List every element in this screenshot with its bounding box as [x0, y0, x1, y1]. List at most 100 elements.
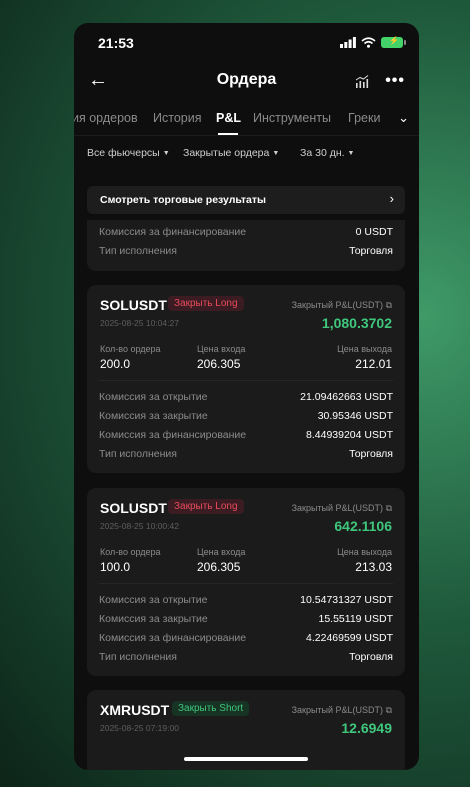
row-key: Комиссия за закрытие — [99, 410, 208, 422]
qty-value: 100.0 — [100, 560, 131, 574]
status-badge: Закрыть Long — [168, 499, 244, 514]
status-bar: 21:53 ⚡ — [74, 23, 419, 63]
exit-price-label: Цена выхода — [337, 344, 392, 354]
status-time: 21:53 — [98, 35, 134, 51]
detail-row: Комиссия за финансирование 4.22469599 USD… — [99, 632, 393, 646]
chart-icon[interactable] — [355, 74, 369, 88]
detail-row: Комиссия за открытие 10.54731327 USDT — [99, 594, 393, 608]
exit-price-value: 212.01 — [355, 357, 392, 371]
tab-order-history[interactable]: ия ордеров — [74, 111, 138, 125]
tab-instruments[interactable]: Инструменты — [253, 111, 331, 125]
chevron-down-icon[interactable]: ⌄ — [392, 110, 409, 126]
row-key: Комиссия за финансирование — [99, 632, 247, 644]
share-icon[interactable]: ⧉ — [386, 300, 392, 310]
status-badge: Закрыть Short — [172, 701, 250, 716]
signal-icon — [340, 37, 356, 48]
detail-row: Тип исполнения Торговля — [99, 651, 393, 665]
trading-results-label: Смотреть торговые результаты — [100, 194, 267, 206]
order-symbol: SOLUSDT — [100, 297, 167, 313]
qty-value: 200.0 — [100, 357, 131, 371]
nav-actions: ••• — [355, 72, 405, 90]
pnl-label-text: Закрытый P&L(USDT) — [291, 503, 384, 513]
divider — [99, 380, 393, 381]
row-value: 21.09462663 USDT — [300, 391, 393, 403]
row-key: Комиссия за открытие — [99, 391, 208, 403]
row-value: 30.95346 USDT — [317, 410, 393, 422]
pnl-value: 642.1106 — [334, 518, 392, 534]
pnl-label: Закрытый P&L(USDT) ⧉ — [292, 503, 392, 514]
pnl-label: Закрытый P&L(USDT) ⧉ — [292, 300, 392, 311]
detail-row: Комиссия за финансирование 0 USDT — [99, 226, 393, 240]
filter-orders-label: Закрытые ордера — [183, 147, 270, 159]
phone-screen: 21:53 ⚡ ← Ордера ••• ия ордеров История … — [74, 23, 419, 770]
row-key: Комиссия за финансирование — [99, 226, 247, 238]
trading-results-button[interactable]: Смотреть торговые результаты › — [87, 186, 405, 214]
share-icon[interactable]: ⧉ — [386, 705, 392, 715]
pnl-value: 1,080.3702 — [321, 315, 392, 331]
home-indicator[interactable] — [184, 757, 308, 761]
chevron-right-icon: › — [389, 191, 394, 206]
entry-price-label: Цена входа — [197, 344, 246, 354]
detail-row: Тип исполнения Торговля — [99, 448, 393, 462]
filter-orders[interactable]: Закрытые ордера ▼ — [183, 147, 279, 159]
caret-down-icon: ▼ — [272, 150, 280, 157]
detail-row: Комиссия за открытие 21.09462663 USDT — [99, 391, 393, 405]
order-timestamp: 2025-08-25 10:04:27 — [100, 318, 179, 328]
tab-bar: ия ордеров История P&L Инструменты Греки… — [74, 105, 419, 136]
caret-down-icon: ▼ — [347, 150, 355, 157]
status-icons: ⚡ — [340, 36, 406, 48]
detail-row: Комиссия за закрытие 15.55119 USDT — [99, 613, 393, 627]
pnl-value: 12.6949 — [341, 720, 392, 736]
more-icon[interactable]: ••• — [385, 72, 405, 90]
row-value: 0 USDT — [355, 226, 393, 238]
filter-period[interactable]: За 30 дн. ▼ — [300, 147, 354, 159]
row-value: 15.55119 USDT — [318, 613, 393, 625]
filter-futures[interactable]: Все фьючерсы ▼ — [87, 147, 170, 159]
battery-icon: ⚡ — [381, 36, 406, 48]
wifi-icon — [361, 37, 376, 48]
pnl-label: Закрытый P&L(USDT) ⧉ — [292, 705, 392, 716]
row-value: 10.54731327 USDT — [300, 594, 393, 606]
tab-pnl[interactable]: P&L — [216, 111, 241, 125]
row-value: Торговля — [349, 245, 393, 257]
tab-history[interactable]: История — [153, 111, 201, 125]
order-symbol: XMRUSDT — [100, 702, 170, 718]
detail-row: Комиссия за закрытие 30.95346 USDT — [99, 410, 393, 424]
row-value: 8.44939204 USDT — [306, 429, 393, 441]
filter-period-label: За 30 дн. — [300, 147, 345, 159]
status-badge: Закрыть Long — [168, 296, 244, 311]
caret-down-icon: ▼ — [162, 150, 170, 157]
detail-row: Комиссия за финансирование 8.44939204 USD… — [99, 429, 393, 443]
row-key: Тип исполнения — [99, 448, 177, 460]
order-symbol: SOLUSDT — [100, 500, 167, 516]
qty-label: Кол-во ордера — [100, 547, 161, 557]
order-timestamp: 2025-08-25 07:19:00 — [100, 723, 179, 733]
entry-price-label: Цена входа — [197, 547, 246, 557]
order-card-partial[interactable]: Комиссия за финансирование 0 USDT Тип исп… — [87, 220, 405, 271]
filter-futures-label: Все фьючерсы — [87, 147, 160, 159]
qty-label: Кол-во ордера — [100, 344, 161, 354]
row-value: 4.22469599 USDT — [306, 632, 393, 644]
row-value: Торговля — [349, 448, 393, 460]
pnl-label-text: Закрытый P&L(USDT) — [291, 300, 384, 310]
row-value: Торговля — [349, 651, 393, 663]
row-key: Тип исполнения — [99, 245, 177, 257]
divider — [99, 583, 393, 584]
row-key: Комиссия за открытие — [99, 594, 208, 606]
filter-bar: Все фьючерсы ▼ Закрытые ордера ▼ За 30 дн.… — [74, 147, 419, 165]
entry-price-value: 206.305 — [197, 560, 241, 574]
nav-bar: ← Ордера ••• — [74, 69, 419, 97]
share-icon[interactable]: ⧉ — [386, 503, 392, 513]
order-card[interactable]: SOLUSDT Закрыть Long 2025-08-25 10:00:42… — [87, 488, 405, 676]
order-timestamp: 2025-08-25 10:00:42 — [100, 521, 179, 531]
tab-greeks[interactable]: Греки — [348, 111, 380, 125]
detail-row: Тип исполнения Торговля — [99, 245, 393, 259]
tab-active-indicator — [218, 133, 238, 135]
entry-price-value: 206.305 — [197, 357, 241, 371]
row-key: Комиссия за закрытие — [99, 613, 208, 625]
order-card[interactable]: SOLUSDT Закрыть Long 2025-08-25 10:04:27… — [87, 285, 405, 473]
pnl-label-text: Закрытый P&L(USDT) — [291, 705, 384, 715]
exit-price-label: Цена выхода — [337, 547, 392, 557]
row-key: Комиссия за финансирование — [99, 429, 247, 441]
exit-price-value: 213.03 — [355, 560, 392, 574]
